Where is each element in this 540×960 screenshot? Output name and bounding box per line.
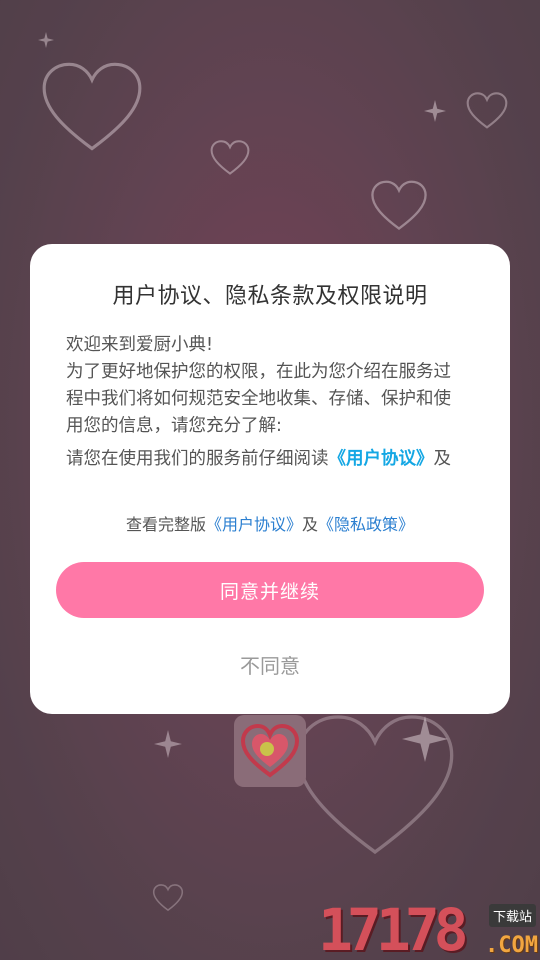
scroll-fade xyxy=(66,474,466,488)
intro-text: 为了更好地保护您的权限，在此为您介绍在服务过程中我们将如何规范安全地收集、存储、… xyxy=(66,362,451,436)
user-agreement-link[interactable]: 《用户协议》 xyxy=(206,515,302,534)
agreement-text-scroll[interactable]: 欢迎来到爱厨小典! 为了更好地保护您的权限，在此为您介绍在服务过程中我们将如何规… xyxy=(66,332,466,488)
site-watermark: 17178 下载站 .COM xyxy=(318,900,540,960)
watermark-number: 17178 xyxy=(318,896,469,960)
heart-logo-icon xyxy=(240,723,300,778)
agreement-dialog: 用户协议、隐私条款及权限说明 欢迎来到爱厨小典! 为了更好地保护您的权限，在此为… xyxy=(30,244,510,714)
dialog-title: 用户协议、隐私条款及权限说明 xyxy=(112,284,428,309)
user-agreement-inline-link[interactable]: 《用户协议》 xyxy=(329,449,434,469)
read-notice: 请您在使用我们的服务前仔细阅读《用户协议》及 xyxy=(66,446,466,473)
full-version-prefix: 查看完整版 xyxy=(125,515,206,534)
full-version-links: 查看完整版《用户协议》及《隐私政策》 xyxy=(30,511,510,535)
watermark-tag: 下载站 xyxy=(488,904,536,927)
read-notice-suffix: 及 xyxy=(433,449,452,469)
full-version-and: 及 xyxy=(302,515,319,534)
agree-continue-button[interactable]: 同意并继续 xyxy=(56,562,484,618)
read-notice-prefix: 请您在使用我们的服务前仔细阅读 xyxy=(66,449,329,469)
privacy-policy-link[interactable]: 《隐私政策》 xyxy=(318,515,414,534)
disagree-button[interactable]: 不同意 xyxy=(170,644,370,684)
app-logo xyxy=(234,715,306,787)
app-screen: 用户协议、隐私条款及权限说明 欢迎来到爱厨小典! 为了更好地保护您的权限，在此为… xyxy=(0,0,540,960)
watermark-domain: .COM xyxy=(485,933,538,958)
welcome-text: 欢迎来到爱厨小典! xyxy=(66,335,214,355)
